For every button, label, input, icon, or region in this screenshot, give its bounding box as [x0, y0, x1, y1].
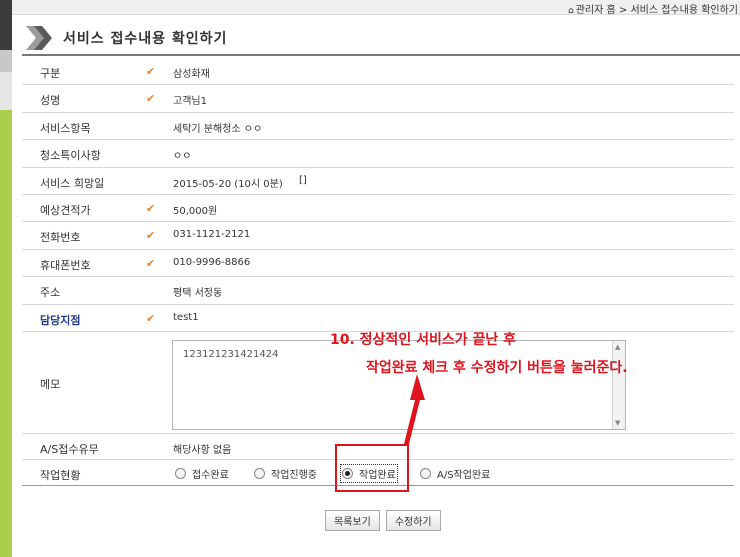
page-header: 서비스 접수내용 확인하기: [22, 22, 740, 56]
scroll-down-icon[interactable]: ▼: [615, 419, 620, 427]
radio-label: 접수완료: [192, 469, 229, 481]
field-value: 031-1121-2121: [173, 229, 251, 241]
page-title: 서비스 접수내용 확인하기: [63, 31, 228, 47]
field-label: 서비스항목: [40, 121, 91, 135]
field-label: 청소특이사항: [40, 149, 101, 163]
annotation-line-1: 10. 정상적인 서비스가 끝난 후: [330, 332, 516, 348]
radio-button[interactable]: [254, 467, 265, 479]
sidebar-gray-block: [0, 50, 12, 72]
required-check-icon: ✔: [146, 229, 156, 243]
field-label: 전화번호: [40, 231, 81, 245]
scroll-up-icon[interactable]: ▲: [615, 343, 620, 351]
field-value: 평택 서정동: [173, 288, 223, 300]
field-label: 서비스 희망일: [40, 176, 105, 190]
form-row: 서비스항목 세탁기 분해청소 ㅇㅇ: [22, 113, 734, 141]
home-icon[interactable]: ⌂: [568, 6, 574, 16]
form-row: 서비스 희망일 2015-05-20 (10시 0분) []: [22, 168, 734, 195]
field-value: 고객님1: [173, 96, 207, 108]
radio-button[interactable]: [175, 467, 186, 479]
radio-label: 작업진행중: [271, 469, 317, 481]
chevron-right-icon: [26, 26, 52, 50]
form-row: 예상견적가 ✔ 50,000원: [22, 195, 734, 223]
as-label: A/S접수유무: [40, 442, 99, 456]
breadcrumb: ⌂ 관리자 홈 > 서비스 접수내용 확인하기: [568, 1, 738, 16]
sidebar-light-block: [0, 72, 12, 110]
service-detail-form: 구분 ✔ 삼성화재성명 ✔ 고객님1 서비스항목 세탁기 분해청소 ㅇㅇ 청소특이사항 ㅇㅇ 서비…: [22, 58, 734, 486]
form-row: 주소 평택 서정동: [22, 277, 734, 305]
field-value: 2015-05-20 (10시 0분): [173, 178, 283, 190]
status-radio-option[interactable]: 작업진행중: [254, 466, 317, 481]
radio-label: A/S작업완료: [437, 469, 491, 481]
field-extra: []: [299, 174, 307, 186]
memo-label: 메모: [40, 377, 61, 391]
form-row: 청소특이사항 ㅇㅇ: [22, 140, 734, 168]
field-label: 휴대폰번호: [40, 258, 91, 272]
annotation-highlight-box: [335, 444, 409, 492]
form-row: 구분 ✔ 삼성화재: [22, 58, 734, 86]
form-row: 담당지점 ✔ test1: [22, 305, 734, 332]
field-value: 삼성화재: [173, 69, 210, 80]
memo-scrollbar[interactable]: ▲ ▼: [612, 340, 625, 429]
required-check-icon: ✔: [146, 311, 156, 325]
field-value: ㅇㅇ: [173, 151, 192, 163]
required-check-icon: ✔: [146, 92, 156, 106]
status-radio-option[interactable]: 접수완료: [175, 466, 229, 481]
breadcrumb-separator: >: [618, 5, 628, 16]
form-row: 전화번호 ✔ 031-1121-2121: [22, 222, 734, 250]
required-check-icon: ✔: [146, 201, 156, 215]
as-value: 해당사항 없음: [173, 444, 232, 456]
form-row: 성명 ✔ 고객님1: [22, 85, 734, 113]
field-value: 세탁기 분해청소 ㅇㅇ: [173, 123, 263, 135]
list-button[interactable]: 목록보기: [325, 510, 380, 531]
status-radio-option[interactable]: A/S작업완료: [420, 466, 490, 481]
memo-text: 123121231421424: [183, 348, 279, 360]
sidebar-green-block: [0, 110, 12, 557]
field-label: 성명: [40, 94, 61, 108]
field-label: 주소: [40, 286, 61, 300]
field-value: 50,000원: [173, 205, 218, 217]
action-buttons: 목록보기 수정하기: [325, 510, 441, 531]
field-label: 구분: [40, 67, 61, 80]
status-label: 작업현황: [40, 468, 81, 482]
left-sidebar-strip: [0, 0, 12, 557]
field-value: 010-9996-8866: [173, 256, 251, 268]
field-value: test1: [173, 311, 199, 323]
annotation-arrow: [404, 374, 425, 444]
required-check-icon: ✔: [146, 65, 156, 78]
radio-button[interactable]: [420, 467, 431, 479]
required-check-icon: ✔: [146, 256, 156, 270]
field-label: 예상견적가: [40, 203, 91, 217]
breadcrumb-home[interactable]: 관리자 홈: [576, 5, 616, 16]
form-row: 휴대폰번호 ✔ 010-9996-8866: [22, 250, 734, 278]
sidebar-dark-block: [0, 0, 12, 50]
edit-button[interactable]: 수정하기: [385, 510, 441, 531]
breadcrumb-current: 서비스 접수내용 확인하기: [630, 5, 738, 16]
field-label: 담당지점: [40, 313, 81, 327]
top-bar: ⌂ 관리자 홈 > 서비스 접수내용 확인하기: [12, 0, 740, 16]
